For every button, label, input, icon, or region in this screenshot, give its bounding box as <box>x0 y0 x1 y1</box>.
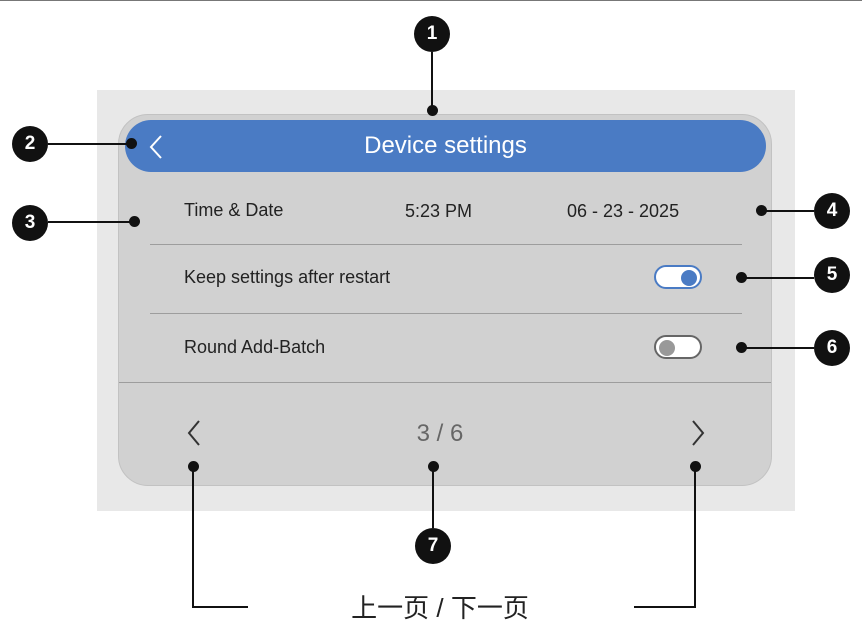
chevron-left-icon <box>187 420 200 446</box>
callout-dot <box>756 205 767 216</box>
footer-divider <box>119 382 771 383</box>
next-page-button[interactable] <box>686 418 708 448</box>
keep-settings-toggle[interactable] <box>654 265 702 289</box>
callout-line <box>48 143 132 145</box>
callout-2: 2 <box>12 126 48 162</box>
date-value[interactable]: 06 - 23 - 2025 <box>567 201 679 222</box>
toggle-knob <box>681 270 697 286</box>
bracket-line <box>694 466 696 608</box>
callout-dot <box>129 216 140 227</box>
time-value[interactable]: 5:23 PM <box>405 201 472 222</box>
round-add-batch-toggle[interactable] <box>654 335 702 359</box>
page-indicator: 3 / 6 <box>416 420 464 447</box>
chevron-left-icon <box>149 135 162 159</box>
bracket-line <box>634 606 696 608</box>
pagination-caption: 上一页 / 下一页 <box>351 593 529 623</box>
page-title: Device settings <box>364 132 527 159</box>
callout-3: 3 <box>12 205 48 241</box>
callout-dot <box>126 138 137 149</box>
callout-5: 5 <box>814 257 850 293</box>
callout-1: 1 <box>414 16 450 52</box>
divider <box>150 313 742 314</box>
chevron-right-icon <box>692 420 705 446</box>
bracket-line <box>192 466 194 608</box>
callout-line <box>431 52 433 110</box>
callout-line <box>742 277 814 279</box>
time-date-label: Time & Date <box>184 200 284 220</box>
prev-page-button[interactable] <box>184 418 206 448</box>
header-bar: Device settings <box>125 120 766 172</box>
callout-line <box>742 347 814 349</box>
callout-7: 7 <box>415 528 451 564</box>
top-rule <box>0 0 862 1</box>
keep-settings-label: Keep settings after restart <box>184 267 391 287</box>
callout-line <box>48 221 134 223</box>
callout-dot <box>736 342 747 353</box>
callout-dot <box>736 272 747 283</box>
callout-line <box>432 466 434 528</box>
callout-dot <box>427 105 438 116</box>
toggle-knob <box>659 340 675 356</box>
callout-6: 6 <box>814 330 850 366</box>
divider <box>150 244 742 245</box>
callout-4: 4 <box>814 193 850 229</box>
back-button[interactable] <box>147 134 167 160</box>
callout-line <box>762 210 814 212</box>
round-add-batch-label: Round Add-Batch <box>184 337 326 357</box>
